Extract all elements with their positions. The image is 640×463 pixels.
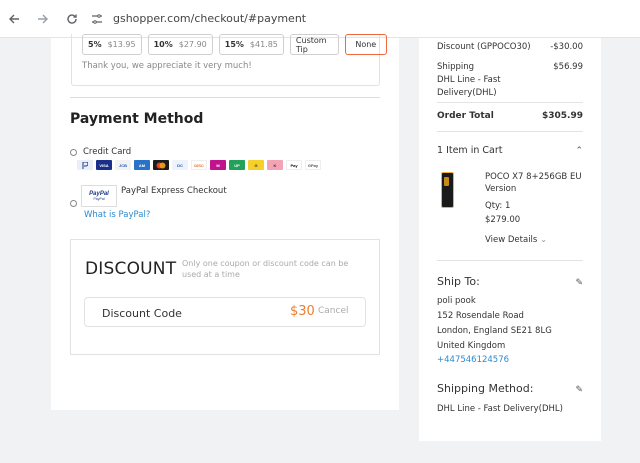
credit-card-radio[interactable] [70, 148, 77, 156]
view-details-label: View Details [485, 235, 538, 245]
shipping-method-line1: DHL Line - Fast [437, 75, 501, 85]
maestro-card-icon: M [210, 160, 226, 170]
jcb-card-icon: JCB [115, 160, 131, 170]
reload-icon[interactable] [64, 11, 80, 27]
chevron-up-icon[interactable]: ⌃ [575, 145, 583, 156]
klarna-card-icon: K [267, 160, 283, 170]
tip-option-15[interactable]: 15% $41.85 [218, 34, 284, 55]
paypal-card-icon [77, 160, 93, 170]
tip-option-5[interactable]: 5% $13.95 [82, 34, 142, 55]
summary-divider [437, 102, 583, 103]
order-summary-panel: Discount (GPPOCO30) -$30.00 Shipping $56… [419, 38, 601, 441]
mastercard-icon [153, 160, 169, 170]
paypal-radio[interactable] [70, 200, 77, 207]
product-price: $279.00 [485, 215, 521, 225]
paypal-logo: PayPal PayPal [81, 185, 117, 207]
tip-pct: 5% [88, 40, 102, 49]
tip-thanks-text: Thank you, we appreciate it very much! [82, 61, 252, 71]
edit-pencil-icon[interactable]: ✎ [575, 384, 583, 395]
forward-arrow-icon[interactable] [35, 11, 51, 27]
product-name-line1: POCO X7 8+256GB EU [485, 172, 582, 182]
view-details-link[interactable]: View Details ⌄ [485, 235, 547, 245]
apple-pay-icon: Pay [286, 160, 302, 170]
ship-name: poli pook [437, 296, 476, 306]
tip-option-10[interactable]: 10% $27.90 [147, 34, 213, 55]
discount-note: Only one coupon or discount code can be … [182, 259, 349, 279]
paypal-express-label: PayPal Express Checkout [121, 186, 227, 196]
product-name-line2: Version [485, 184, 517, 194]
tip-custom-button[interactable]: Custom Tip [289, 34, 339, 55]
back-arrow-icon[interactable] [6, 11, 22, 27]
google-pay-icon: GPay [305, 160, 321, 170]
product-qty: Qty: 1 [485, 201, 511, 211]
tip-amount: $13.95 [107, 40, 136, 49]
address-bar[interactable]: gshopper.com/checkout/#payment [91, 5, 640, 33]
paypal-logo-text: PayPal [93, 197, 105, 201]
tip-card: 5% $13.95 10% $27.90 15% $41.85 Custom T… [71, 34, 387, 86]
ship-to-title: Ship To: [437, 275, 480, 288]
discount-code-label: Discount Code [102, 307, 182, 320]
card-logos: VISA JCB AM DC DISC M UP G K Pay GPay [77, 160, 321, 170]
diners-card-icon: DC [172, 160, 188, 170]
tip-amount: $27.90 [178, 40, 207, 49]
what-is-paypal-link[interactable]: What is PayPal? [84, 210, 150, 220]
shipping-label: Shipping [437, 62, 475, 72]
discount-title: DISCOUNT [85, 259, 177, 279]
checkout-main-panel: 5% $13.95 10% $27.90 15% $41.85 Custom T… [51, 34, 399, 410]
summary-divider [437, 131, 583, 132]
discount-amount: $30 [290, 304, 315, 319]
cart-count-title: 1 Item in Cart [437, 145, 503, 156]
payment-method-title: Payment Method [70, 111, 204, 127]
tip-none-button[interactable]: None [344, 34, 387, 55]
tip-amount: $41.85 [249, 40, 278, 49]
url-text: gshopper.com/checkout/#payment [113, 12, 307, 25]
ship-phone[interactable]: +447546124576 [437, 355, 509, 365]
discount-cancel-button[interactable]: Cancel [318, 306, 349, 316]
discover-card-icon: DISC [191, 160, 207, 170]
tip-pct: 10% [153, 40, 173, 49]
discount-section: DISCOUNT Only one coupon or discount cod… [70, 239, 380, 355]
product-thumbnail [441, 172, 454, 208]
tip-options: 5% $13.95 10% $27.90 15% $41.85 Custom T… [82, 34, 387, 55]
section-divider [70, 97, 380, 98]
credit-card-option[interactable]: Credit Card [70, 147, 131, 157]
order-total-label: Order Total [437, 111, 494, 121]
discount-summary-value: -$30.00 [550, 42, 583, 52]
browser-toolbar: gshopper.com/checkout/#payment [0, 0, 640, 38]
ship-country: United Kingdom [437, 341, 506, 351]
gpay-card-icon: G [248, 160, 264, 170]
edit-pencil-icon[interactable]: ✎ [575, 277, 583, 288]
visa-card-icon: VISA [96, 160, 112, 170]
tip-pct: 15% [224, 40, 244, 49]
discount-summary-label: Discount (GPPOCO30) [437, 42, 531, 52]
unionpay-card-icon: UP [229, 160, 245, 170]
shipping-method-line2: Delivery(DHL) [437, 88, 497, 98]
chevron-down-icon: ⌄ [540, 235, 548, 245]
summary-divider [437, 260, 583, 261]
shipping-value: $56.99 [553, 62, 583, 72]
amex-card-icon: AM [134, 160, 150, 170]
credit-card-label: Credit Card [83, 147, 132, 157]
shipping-method-title: Shipping Method: [437, 382, 534, 395]
ship-street: 152 Rosendale Road [437, 311, 524, 321]
site-settings-icon[interactable] [91, 13, 107, 25]
order-total-value: $305.99 [542, 111, 583, 121]
ship-city: London, England SE21 8LG [437, 326, 552, 336]
shipping-method-value: DHL Line - Fast Delivery(DHL) [437, 404, 563, 414]
discount-code-row: Discount Code $30 Cancel [84, 297, 366, 327]
